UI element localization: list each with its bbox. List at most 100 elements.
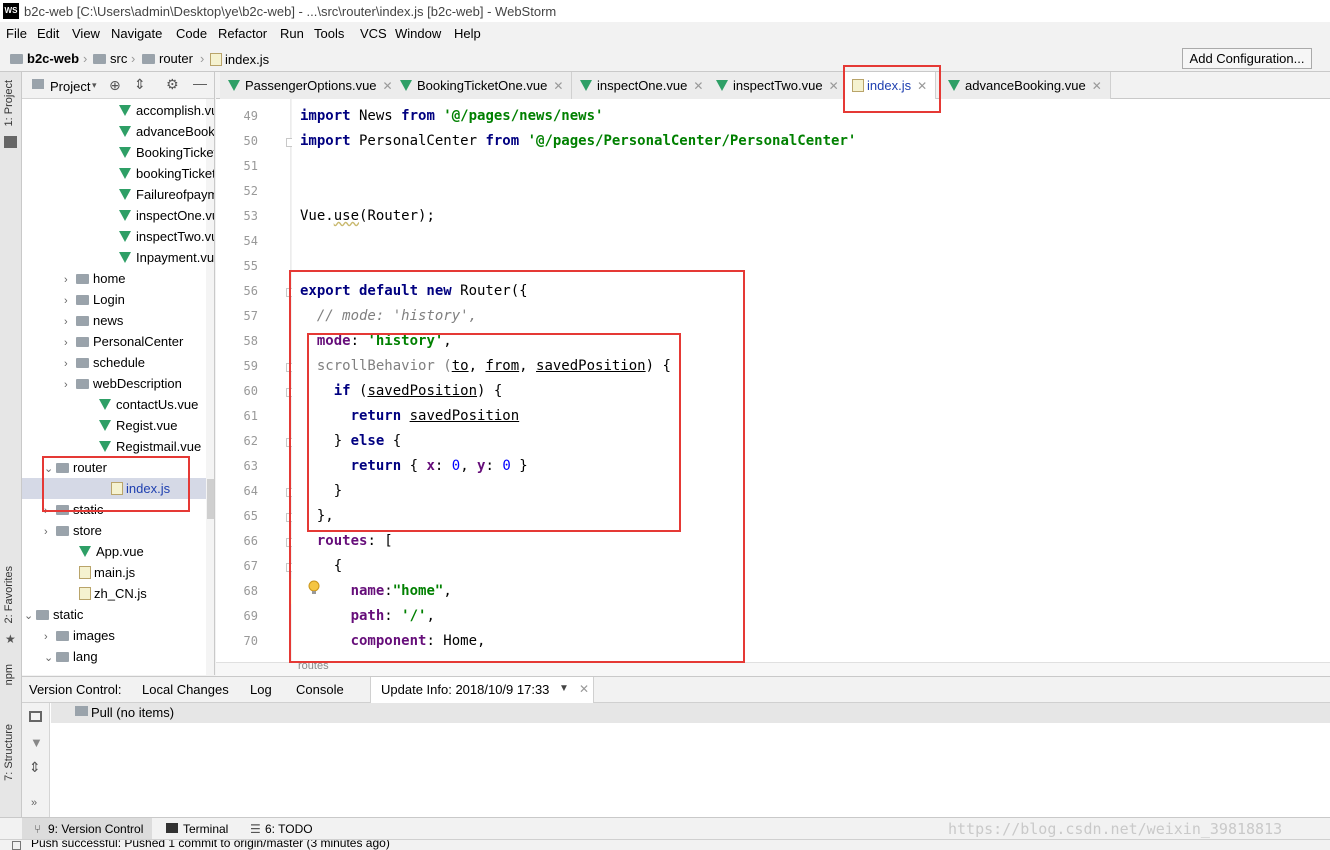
vue-file-icon bbox=[119, 147, 131, 158]
close-icon[interactable]: ✕ bbox=[553, 79, 563, 93]
tree-item[interactable]: bookingTicketTwo.vue bbox=[107, 163, 214, 184]
expand-arrow-icon[interactable]: › bbox=[44, 627, 56, 648]
tab-bookingticketone[interactable]: BookingTicketOne.vue ✕ bbox=[392, 72, 573, 99]
tab-advancebooking[interactable]: advanceBooking.vue ✕ bbox=[940, 72, 1111, 99]
vue-file-icon bbox=[119, 126, 131, 137]
folder-icon bbox=[76, 316, 89, 326]
gear-icon[interactable]: ⚙ bbox=[166, 76, 179, 93]
tree-item[interactable]: › images bbox=[44, 625, 115, 646]
bottom-tab-terminal[interactable]: Terminal bbox=[183, 822, 228, 836]
filter-icon[interactable]: ▼ bbox=[30, 735, 43, 750]
expand-arrow-icon[interactable]: › bbox=[64, 354, 76, 375]
tree-item[interactable]: Regist.vue bbox=[87, 415, 177, 436]
left-tool-strip: 1: Project 2: Favorites ★ npm 7: Structu… bbox=[0, 72, 22, 817]
tab-passengeroptions[interactable]: PassengerOptions.vue ✕ bbox=[220, 72, 402, 99]
tree-item[interactable]: ⌄ lang bbox=[44, 646, 98, 667]
tab-local-changes[interactable]: Local Changes bbox=[142, 682, 229, 697]
tree-item[interactable]: › PersonalCenter bbox=[64, 331, 183, 352]
expand-arrow-icon[interactable]: ⌄ bbox=[44, 648, 56, 669]
menu-navigate[interactable]: Navigate bbox=[111, 26, 162, 41]
tool-tab-project[interactable]: 1: Project bbox=[3, 80, 15, 126]
breadcrumb: b2c-web › src › router › index.js bbox=[0, 45, 1330, 72]
tool-tab-structure[interactable]: 7: Structure bbox=[3, 724, 15, 781]
tree-item[interactable]: App.vue bbox=[67, 541, 144, 562]
menu-refactor[interactable]: Refactor bbox=[218, 26, 267, 41]
tree-item[interactable]: main.js bbox=[67, 562, 135, 583]
tree-item[interactable]: › schedule bbox=[64, 352, 145, 373]
tab-inspecttwo[interactable]: inspectTwo.vue ✕ bbox=[708, 72, 848, 99]
menu-code[interactable]: Code bbox=[176, 26, 207, 41]
expand-arrow-icon[interactable]: › bbox=[44, 522, 56, 543]
tree-item[interactable]: › Login bbox=[64, 289, 125, 310]
tree-item[interactable]: inspectOne.vue bbox=[107, 205, 214, 226]
bottom-tab-version-control[interactable]: ⑂ 9: Version Control bbox=[22, 818, 152, 840]
hide-panel-icon[interactable]: — bbox=[193, 75, 207, 91]
tree-item[interactable]: advanceBooking.vue bbox=[107, 121, 214, 142]
tree-item[interactable]: inspectTwo.vue bbox=[107, 226, 214, 247]
bottom-tab-todo[interactable]: 6: TODO bbox=[265, 822, 313, 836]
menu-view[interactable]: View bbox=[72, 26, 100, 41]
tree-item[interactable]: Failureofpayment.vue bbox=[107, 184, 214, 205]
list-item[interactable]: Pull (no items) bbox=[51, 703, 1330, 723]
tree-item[interactable]: › store bbox=[44, 520, 102, 541]
expand-arrow-icon[interactable]: › bbox=[64, 291, 76, 312]
tree-item[interactable]: accomplish.vue bbox=[107, 100, 214, 121]
menu-vcs[interactable]: VCS bbox=[360, 26, 387, 41]
breadcrumb-src[interactable]: src bbox=[93, 51, 127, 66]
close-icon[interactable]: ✕ bbox=[693, 79, 703, 93]
tree-item[interactable]: › home bbox=[64, 268, 126, 289]
breadcrumb-router[interactable]: router bbox=[142, 51, 193, 66]
breadcrumb-file[interactable]: index.js bbox=[210, 51, 269, 67]
status-toggle-icon[interactable] bbox=[12, 841, 21, 850]
menu-window[interactable]: Window bbox=[395, 26, 441, 41]
tool-tab-npm[interactable]: npm bbox=[3, 664, 15, 685]
more-icon[interactable]: » bbox=[31, 797, 37, 809]
tab-inspectone[interactable]: inspectOne.vue ✕ bbox=[572, 72, 713, 99]
tool-tab-favorites[interactable]: 2: Favorites bbox=[3, 566, 15, 623]
vue-file-icon bbox=[99, 420, 111, 431]
tab-log[interactable]: Log bbox=[250, 682, 272, 697]
chevron-right-icon: › bbox=[131, 51, 136, 66]
menu-help[interactable]: Help bbox=[454, 26, 481, 41]
expand-arrow-icon[interactable]: › bbox=[64, 333, 76, 354]
tree-item[interactable]: zh_CN.js bbox=[67, 583, 147, 604]
add-configuration-button[interactable]: Add Configuration... bbox=[1182, 48, 1312, 69]
tree-item[interactable]: ⌄ static bbox=[24, 604, 83, 625]
menu-tools[interactable]: Tools bbox=[314, 26, 344, 41]
tree-item[interactable]: BookingTicketOne.vue bbox=[107, 142, 214, 163]
chevron-down-icon[interactable]: ▼ bbox=[559, 683, 569, 694]
tree-item[interactable]: Registmail.vue bbox=[87, 436, 201, 457]
expand-arrow-icon[interactable]: › bbox=[64, 375, 76, 396]
menu-edit[interactable]: Edit bbox=[37, 26, 59, 41]
annotation-box-router-folder bbox=[42, 456, 190, 512]
tab-update-info[interactable]: Update Info: 2018/10/9 17:33 ▼ ✕ bbox=[370, 677, 594, 703]
menu-file[interactable]: File bbox=[6, 26, 27, 41]
tab-console[interactable]: Console bbox=[296, 682, 344, 697]
group-icon[interactable] bbox=[29, 711, 42, 722]
breadcrumb-project[interactable]: b2c-web bbox=[10, 51, 79, 66]
project-view-selector[interactable]: Project bbox=[50, 79, 90, 94]
menu-run[interactable]: Run bbox=[280, 26, 304, 41]
scrollbar-thumb[interactable] bbox=[207, 479, 214, 519]
close-icon[interactable]: ✕ bbox=[579, 682, 589, 696]
tree-item[interactable]: › webDescription bbox=[64, 373, 182, 394]
locate-icon[interactable]: ⊕ bbox=[109, 77, 121, 94]
close-icon[interactable]: ✕ bbox=[829, 79, 839, 93]
tree-item[interactable]: › news bbox=[64, 310, 123, 331]
expand-arrow-icon[interactable]: ⌄ bbox=[24, 606, 36, 627]
tree-item[interactable]: contactUs.vue bbox=[87, 394, 198, 415]
line-number: 67 bbox=[243, 559, 258, 573]
vue-file-icon bbox=[119, 231, 131, 242]
expand-all-icon[interactable]: ⇕ bbox=[29, 759, 41, 776]
version-control-toolbar: ▼ ⇕ » bbox=[22, 703, 50, 818]
line-number: 59 bbox=[243, 359, 258, 373]
chevron-down-icon[interactable]: ▾ bbox=[92, 80, 97, 91]
line-number: 53 bbox=[243, 209, 258, 223]
close-icon[interactable]: ✕ bbox=[1092, 79, 1102, 93]
tree-item-label: contactUs.vue bbox=[116, 397, 199, 412]
tree-item-label: App.vue bbox=[96, 544, 144, 559]
collapse-all-icon[interactable]: ⇕ bbox=[134, 76, 146, 93]
expand-arrow-icon[interactable]: › bbox=[64, 312, 76, 333]
expand-arrow-icon[interactable]: › bbox=[64, 270, 76, 291]
tree-item[interactable]: Inpayment.vue bbox=[107, 247, 214, 268]
